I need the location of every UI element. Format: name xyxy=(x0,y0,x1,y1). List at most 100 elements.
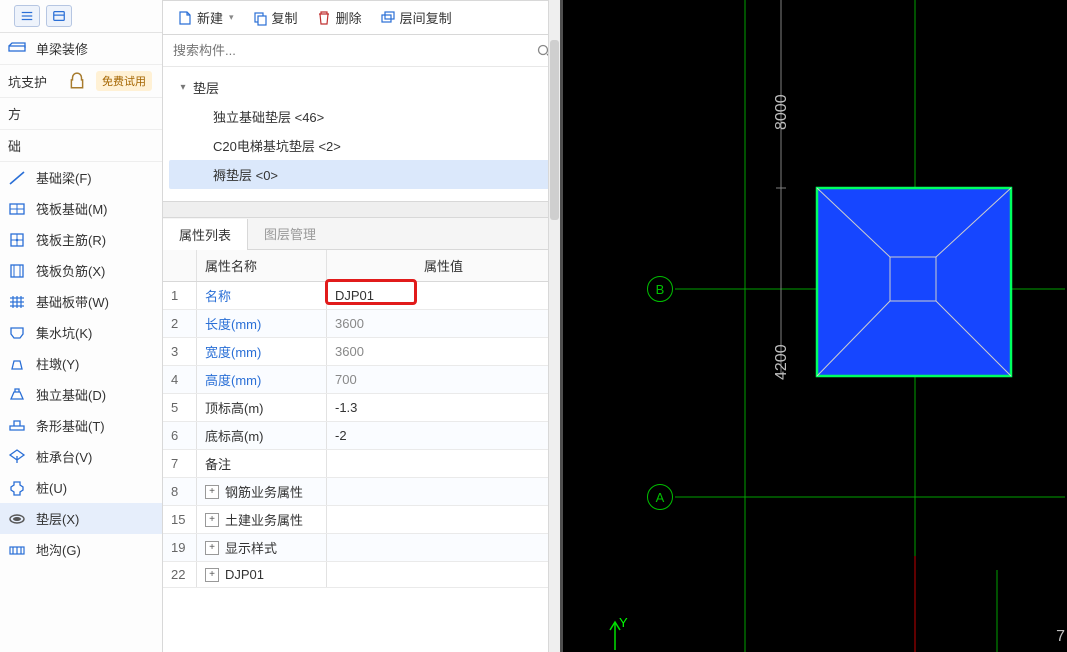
sidebar-item[interactable]: 筏板基础(M) xyxy=(0,193,162,224)
component-icon xyxy=(8,510,26,528)
property-name: +显示样式 xyxy=(197,534,327,561)
sidebar-item[interactable]: 筏板主筋(R) xyxy=(0,224,162,255)
dimension-8000: 8000 xyxy=(773,94,791,130)
sidebar-item-label: 桩承台(V) xyxy=(36,447,152,466)
property-row[interactable]: 19 +显示样式 xyxy=(163,534,560,562)
row-index: 2 xyxy=(163,310,197,337)
sidebar-group-chu[interactable]: 础 xyxy=(0,129,162,162)
sidebar-item[interactable]: 条形基础(T) xyxy=(0,410,162,441)
property-row[interactable]: 22 +DJP01 xyxy=(163,562,560,588)
dimension-4200: 4200 xyxy=(773,344,791,380)
property-name: +土建业务属性 xyxy=(197,506,327,533)
property-value[interactable]: -1.3 xyxy=(327,394,560,421)
sidebar-item-label: 柱墩(Y) xyxy=(36,354,152,373)
left-sidebar: 单梁装修 坑支护 免费试用 方 础 基础梁(F)筏板基础(M)筏板主筋(R)筏板… xyxy=(0,0,163,652)
vertical-scrollbar[interactable] xyxy=(548,0,560,652)
property-value[interactable]: 3600 xyxy=(327,338,560,365)
sidebar-item[interactable]: 桩承台(V) xyxy=(0,441,162,472)
sidebar-item-beam-deco[interactable]: 单梁装修 xyxy=(0,33,162,64)
collapse-icon: ▾ xyxy=(177,82,189,93)
component-panel: 新建 ▾ 复制 删除 层间复制 ▾ 垫层 xyxy=(163,0,563,652)
component-icon xyxy=(8,231,26,249)
sidebar-item[interactable]: 垫层(X) xyxy=(0,503,162,534)
row-index: 3 xyxy=(163,338,197,365)
sidebar-item[interactable]: 桩(U) xyxy=(0,472,162,503)
sidebar-item-pit[interactable]: 坑支护 免费试用 xyxy=(0,64,162,97)
property-value[interactable] xyxy=(327,562,560,587)
cad-viewport[interactable]: B A 8000 4200 Y 7 xyxy=(563,0,1067,652)
component-icon xyxy=(8,262,26,280)
trash-icon xyxy=(316,10,332,26)
view-list-button[interactable] xyxy=(14,5,40,27)
header-name: 属性名称 xyxy=(197,250,327,281)
tree-parent[interactable]: ▾ 垫层 xyxy=(169,73,554,102)
property-value[interactable]: -2 xyxy=(327,422,560,449)
property-name: 备注 xyxy=(197,450,327,477)
sidebar-item[interactable]: 基础梁(F) xyxy=(0,162,162,193)
tree-item[interactable]: C20电梯基坑垫层 <2> xyxy=(169,131,554,160)
sidebar-item[interactable]: 独立基础(D) xyxy=(0,379,162,410)
view-card-button[interactable] xyxy=(46,5,72,27)
expand-icon[interactable]: + xyxy=(205,568,219,582)
sidebar-item[interactable]: 筏板负筋(X) xyxy=(0,255,162,286)
row-index: 8 xyxy=(163,478,197,505)
row-index: 22 xyxy=(163,562,197,587)
search-box[interactable] xyxy=(163,35,560,67)
sidebar-item[interactable]: 地沟(G) xyxy=(0,534,162,565)
dropdown-icon: ▾ xyxy=(229,12,234,23)
new-button[interactable]: 新建 ▾ xyxy=(169,5,242,30)
property-name: 底标高(m) xyxy=(197,422,327,449)
floor-copy-button[interactable]: 层间复制 xyxy=(372,5,460,30)
cad-canvas xyxy=(563,0,1067,652)
sidebar-item-label: 坑支护 xyxy=(8,72,58,91)
property-name: 高度(mm) xyxy=(197,366,327,393)
property-row[interactable]: 7 备注 xyxy=(163,450,560,478)
property-name: 宽度(mm) xyxy=(197,338,327,365)
sidebar-item[interactable]: 集水坑(K) xyxy=(0,317,162,348)
tree-item[interactable]: 独立基础垫层 <46> xyxy=(169,102,554,131)
property-name: 长度(mm) xyxy=(197,310,327,337)
row-index: 15 xyxy=(163,506,197,533)
copy-button[interactable]: 复制 xyxy=(244,5,306,30)
property-value[interactable]: DJP01 xyxy=(327,282,560,309)
scrollbar-thumb[interactable] xyxy=(550,40,559,220)
property-row[interactable]: 15 +土建业务属性 xyxy=(163,506,560,534)
expand-icon[interactable]: + xyxy=(205,541,219,555)
expand-icon[interactable]: + xyxy=(205,485,219,499)
tab-properties[interactable]: 属性列表 xyxy=(163,219,248,250)
property-value[interactable] xyxy=(327,506,560,533)
property-row[interactable]: 8 +钢筋业务属性 xyxy=(163,478,560,506)
property-row[interactable]: 3 宽度(mm) 3600 xyxy=(163,338,560,366)
component-icon xyxy=(8,386,26,404)
delete-button[interactable]: 删除 xyxy=(308,5,370,30)
component-icon xyxy=(8,324,26,342)
component-icon xyxy=(8,200,26,218)
property-value[interactable]: 3600 xyxy=(327,310,560,337)
component-icon xyxy=(8,541,26,559)
property-row[interactable]: 4 高度(mm) 700 xyxy=(163,366,560,394)
row-index: 6 xyxy=(163,422,197,449)
property-value[interactable] xyxy=(327,478,560,505)
component-tree: ▾ 垫层 独立基础垫层 <46> C20电梯基坑垫层 <2> 褥垫层 <0> xyxy=(163,67,560,201)
property-row[interactable]: 2 长度(mm) 3600 xyxy=(163,310,560,338)
tree-item-selected[interactable]: 褥垫层 <0> xyxy=(169,160,554,189)
tab-layers[interactable]: 图层管理 xyxy=(248,218,332,249)
expand-icon[interactable]: + xyxy=(205,513,219,527)
header-value: 属性值 xyxy=(327,250,560,281)
component-icon xyxy=(8,448,26,466)
property-row[interactable]: 6 底标高(m) -2 xyxy=(163,422,560,450)
component-icon xyxy=(8,293,26,311)
beam-icon xyxy=(8,40,26,58)
property-row[interactable]: 5 顶标高(m) -1.3 xyxy=(163,394,560,422)
property-value[interactable] xyxy=(327,534,560,561)
row-index: 19 xyxy=(163,534,197,561)
property-row[interactable]: 1 名称 DJP01 xyxy=(163,282,560,310)
property-value[interactable] xyxy=(327,450,560,477)
search-input[interactable] xyxy=(171,39,536,62)
property-value[interactable]: 700 xyxy=(327,366,560,393)
sidebar-item[interactable]: 柱墩(Y) xyxy=(0,348,162,379)
sidebar-item[interactable]: 基础板带(W) xyxy=(0,286,162,317)
sidebar-group-fang[interactable]: 方 xyxy=(0,97,162,129)
sidebar-item-label: 桩(U) xyxy=(36,478,152,497)
new-icon xyxy=(177,10,193,26)
